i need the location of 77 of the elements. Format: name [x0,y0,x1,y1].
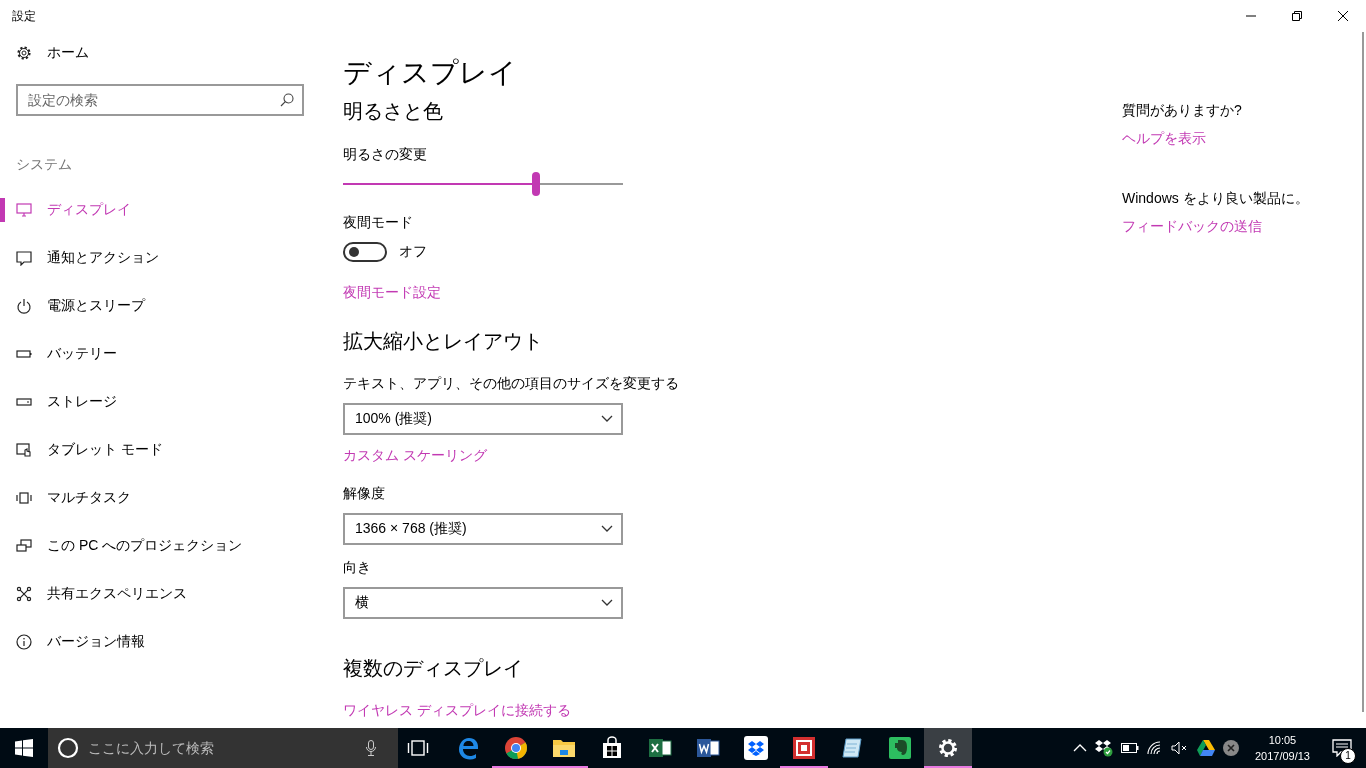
close-circle-icon[interactable] [1222,740,1239,756]
help-link[interactable]: フィードバックの送信 [1122,218,1262,236]
taskbar-app-button[interactable] [924,728,972,768]
orientation-label: 向き [343,559,372,577]
notepad-icon [840,736,864,760]
clock[interactable]: 10:05 2017/09/13 [1254,732,1310,764]
section-heading: 拡大縮小とレイアウト [343,329,544,354]
tablet-icon [16,442,32,458]
search-icon [280,93,294,107]
document-icon [696,736,720,760]
window-title: 設定 [12,7,36,25]
scrollbar[interactable] [1362,32,1364,712]
section-heading: 複数のディスプレイ [343,656,524,681]
spreadsheet-icon [648,736,672,760]
info-icon [16,634,32,650]
help-link[interactable]: ヘルプを表示 [1122,130,1206,148]
home-nav-item[interactable]: ホーム [16,38,89,68]
share-icon [16,586,32,602]
wireless-display-link[interactable]: ワイヤレス ディスプレイに接続する [343,702,571,720]
help-text: Windows をより良い製品に。 [1122,190,1309,208]
triangle-logo-icon[interactable] [1196,740,1215,756]
wifi-icon[interactable] [1146,741,1163,755]
close-icon [1338,11,1348,21]
shopping-bag-icon [600,736,624,760]
microphone-icon [366,740,376,756]
nav-item[interactable]: マルチタスク [0,474,320,522]
chevron-down-icon [601,599,613,607]
action-center-button[interactable]: 1 [1326,728,1358,768]
power-icon [16,298,32,314]
notification-icon [16,250,32,266]
muted-speaker-icon[interactable] [1170,741,1189,755]
night-light-settings-link[interactable]: 夜間モード設定 [343,284,441,302]
dropdown[interactable]: 100% (推奨) [343,403,623,435]
settings-icon [936,736,960,760]
nav-item[interactable]: バッテリー [0,330,320,378]
dropdown[interactable]: 横 [343,587,623,619]
nav-item[interactable]: 電源とスリープ [0,282,320,330]
custom-scaling-link[interactable]: カスタム スケーリング [343,447,487,465]
nav-item[interactable]: ストレージ [0,378,320,426]
page-title: ディスプレイ [343,56,518,90]
nav-item[interactable]: 通知とアクション [0,234,320,282]
chevron-up-icon[interactable] [1072,744,1087,752]
toggle-state: オフ [399,243,427,261]
taskbar-search-field[interactable]: ここに入力して検索 [48,728,398,768]
task-view-icon [407,740,429,756]
resolution-label: 解像度 [343,485,386,503]
night-light-label: 夜間モード [343,214,414,232]
chevron-down-icon [601,415,613,423]
multitask-icon [16,490,32,506]
message-icon [1332,739,1352,757]
battery-icon[interactable] [1120,743,1139,753]
project-icon [16,538,32,554]
brightness-label: 明るさの変更 [343,146,428,164]
help-text: 質問がありますか? [1122,102,1243,120]
nav-item[interactable]: この PC へのプロジェクション [0,522,320,570]
scale-label: テキスト、アプリ、その他の項目のサイズを変更する [343,375,680,393]
toggle-switch[interactable] [343,242,387,262]
nav-item[interactable]: ディスプレイ [0,186,320,234]
settings-icon [16,45,32,61]
chevron-down-icon [601,525,613,533]
display-icon [16,202,32,218]
slider-thumb[interactable] [532,172,541,196]
circle-icon [57,737,79,759]
nav-item[interactable]: タブレット モード [0,426,320,474]
nav-item[interactable]: 共有エクスペリエンス [0,570,320,618]
section-heading: システム [16,156,73,174]
section-heading: 明るさと色 [343,99,444,124]
browser-logo-icon [504,736,528,760]
e-logo-icon [456,736,480,760]
search-field[interactable]: 設定の検索 [16,84,304,116]
nav-item[interactable]: バージョン情報 [0,618,320,666]
restore-icon [1292,11,1302,21]
framed-square-icon [792,736,816,760]
dropdown[interactable]: 1366 × 768 (推奨) [343,513,623,545]
windows-logo-icon [15,739,33,757]
box-sync-icon[interactable] [1094,739,1113,757]
box-icon [744,736,768,760]
